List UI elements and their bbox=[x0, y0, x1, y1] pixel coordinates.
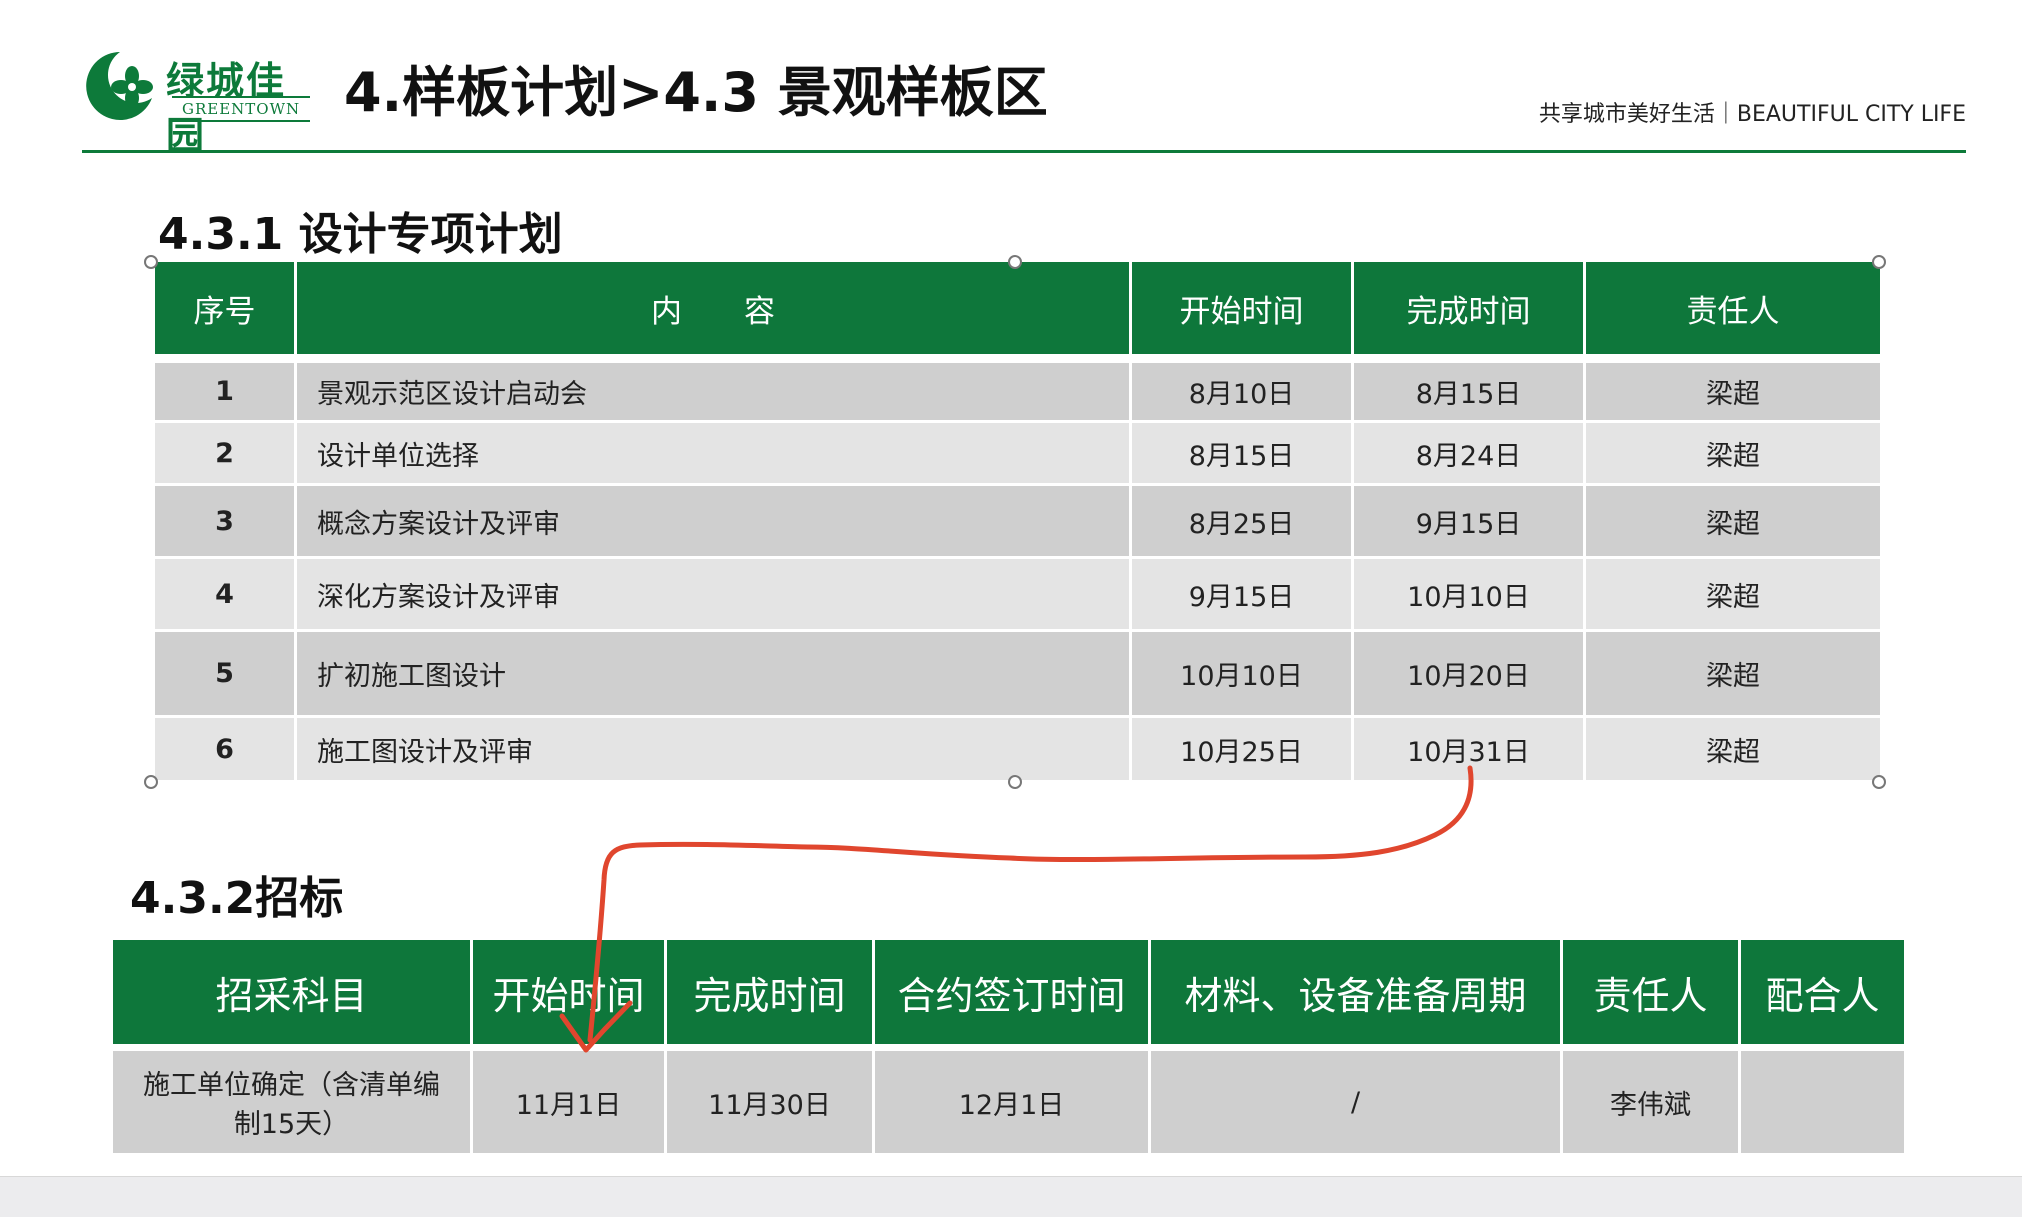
annotation-arrow bbox=[559, 765, 1474, 1053]
viewer-bottom-bar bbox=[0, 1176, 2022, 1217]
